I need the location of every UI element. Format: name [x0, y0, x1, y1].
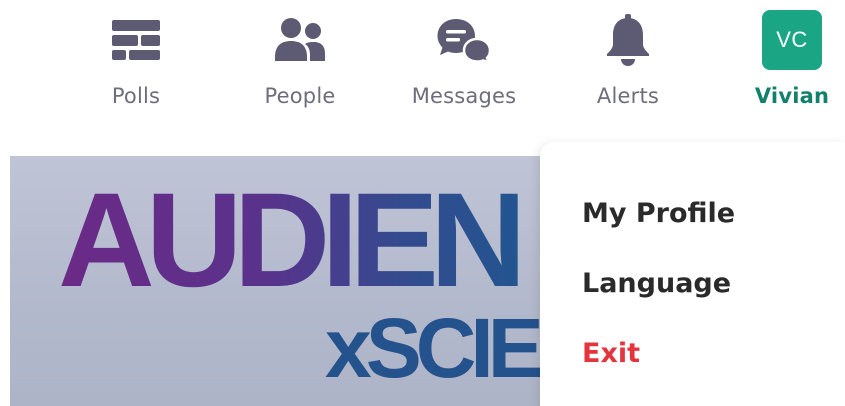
nav-item-people[interactable]: People	[240, 10, 360, 108]
nav-item-alerts[interactable]: Alerts	[568, 10, 688, 108]
nav-label-alerts: Alerts	[596, 84, 660, 108]
menu-item-exit[interactable]: Exit	[582, 338, 640, 369]
menu-item-my-profile[interactable]: My Profile	[582, 198, 735, 229]
nav-label-people: People	[264, 84, 336, 108]
nav-item-messages[interactable]: Messages	[404, 10, 524, 108]
people-icon	[270, 10, 330, 70]
page: Polls People Messages Alerts VC Vivian A…	[0, 0, 845, 406]
nav-label-messages: Messages	[411, 84, 517, 108]
top-nav: Polls People Messages Alerts VC Vivian	[0, 0, 845, 150]
bell-icon	[598, 10, 658, 70]
avatar: VC	[762, 10, 822, 70]
menu-item-language[interactable]: Language	[582, 268, 731, 299]
polls-icon	[106, 10, 166, 70]
user-dropdown-menu: My Profile Language Exit	[540, 142, 845, 406]
banner-title: AUDIEN	[58, 166, 527, 315]
messages-icon	[434, 10, 494, 70]
nav-item-polls[interactable]: Polls	[76, 10, 196, 108]
banner-subtitle: xSCIE	[325, 301, 544, 395]
nav-item-user[interactable]: VC Vivian	[732, 10, 845, 108]
nav-label-user: Vivian	[754, 84, 830, 108]
nav-label-polls: Polls	[111, 84, 161, 108]
